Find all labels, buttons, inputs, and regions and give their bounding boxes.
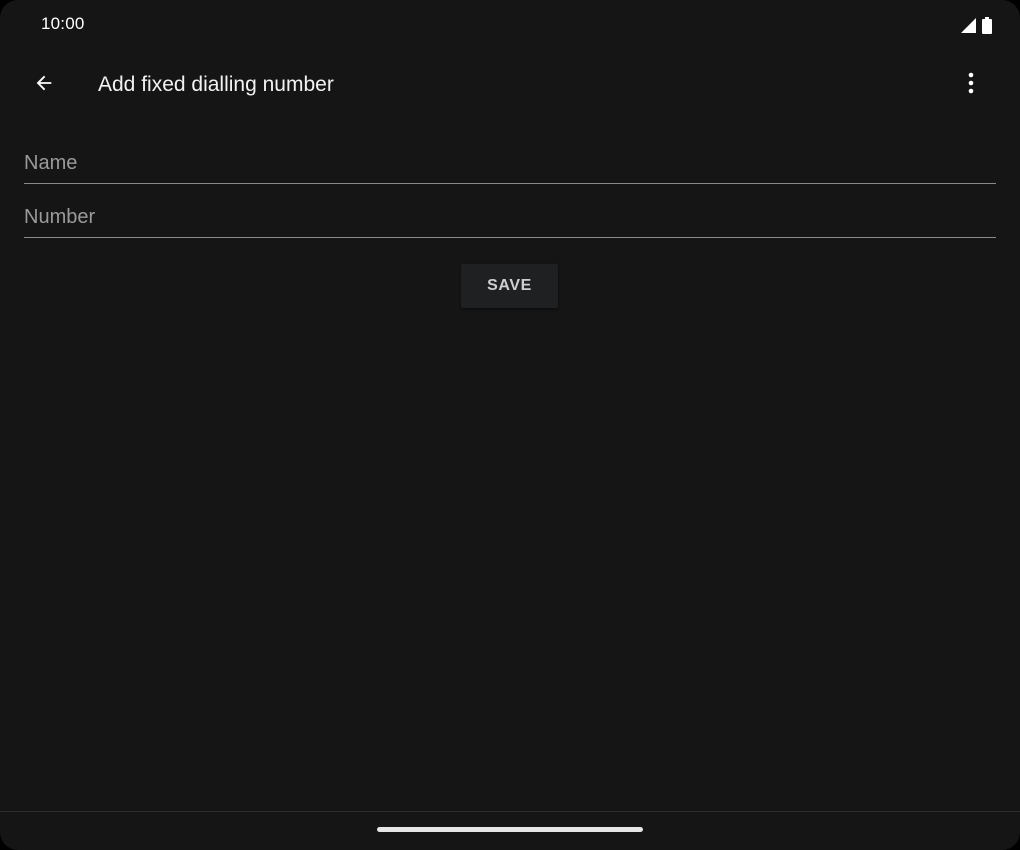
- name-field-container: [24, 144, 996, 184]
- screen: 10:00 Add fixed dialling number Name Num…: [0, 0, 1020, 850]
- status-icons: [960, 16, 992, 34]
- status-bar: 10:00: [0, 0, 1020, 50]
- overflow-menu-button[interactable]: [947, 61, 995, 109]
- gesture-nav-handle[interactable]: [377, 827, 643, 832]
- name-input[interactable]: [24, 144, 996, 183]
- signal-icon: [960, 17, 976, 33]
- nav-divider: [0, 811, 1020, 812]
- number-field-container: [24, 198, 996, 238]
- status-time: 10:00: [41, 14, 85, 33]
- app-bar: Add fixed dialling number: [0, 56, 1020, 114]
- page-title: Add fixed dialling number: [98, 73, 334, 96]
- number-input[interactable]: [24, 198, 996, 237]
- arrow-back-icon: [33, 72, 55, 99]
- back-button[interactable]: [20, 61, 68, 109]
- save-button[interactable]: SAVE: [461, 264, 558, 308]
- battery-icon: [982, 16, 992, 34]
- more-vert-icon: [968, 72, 974, 99]
